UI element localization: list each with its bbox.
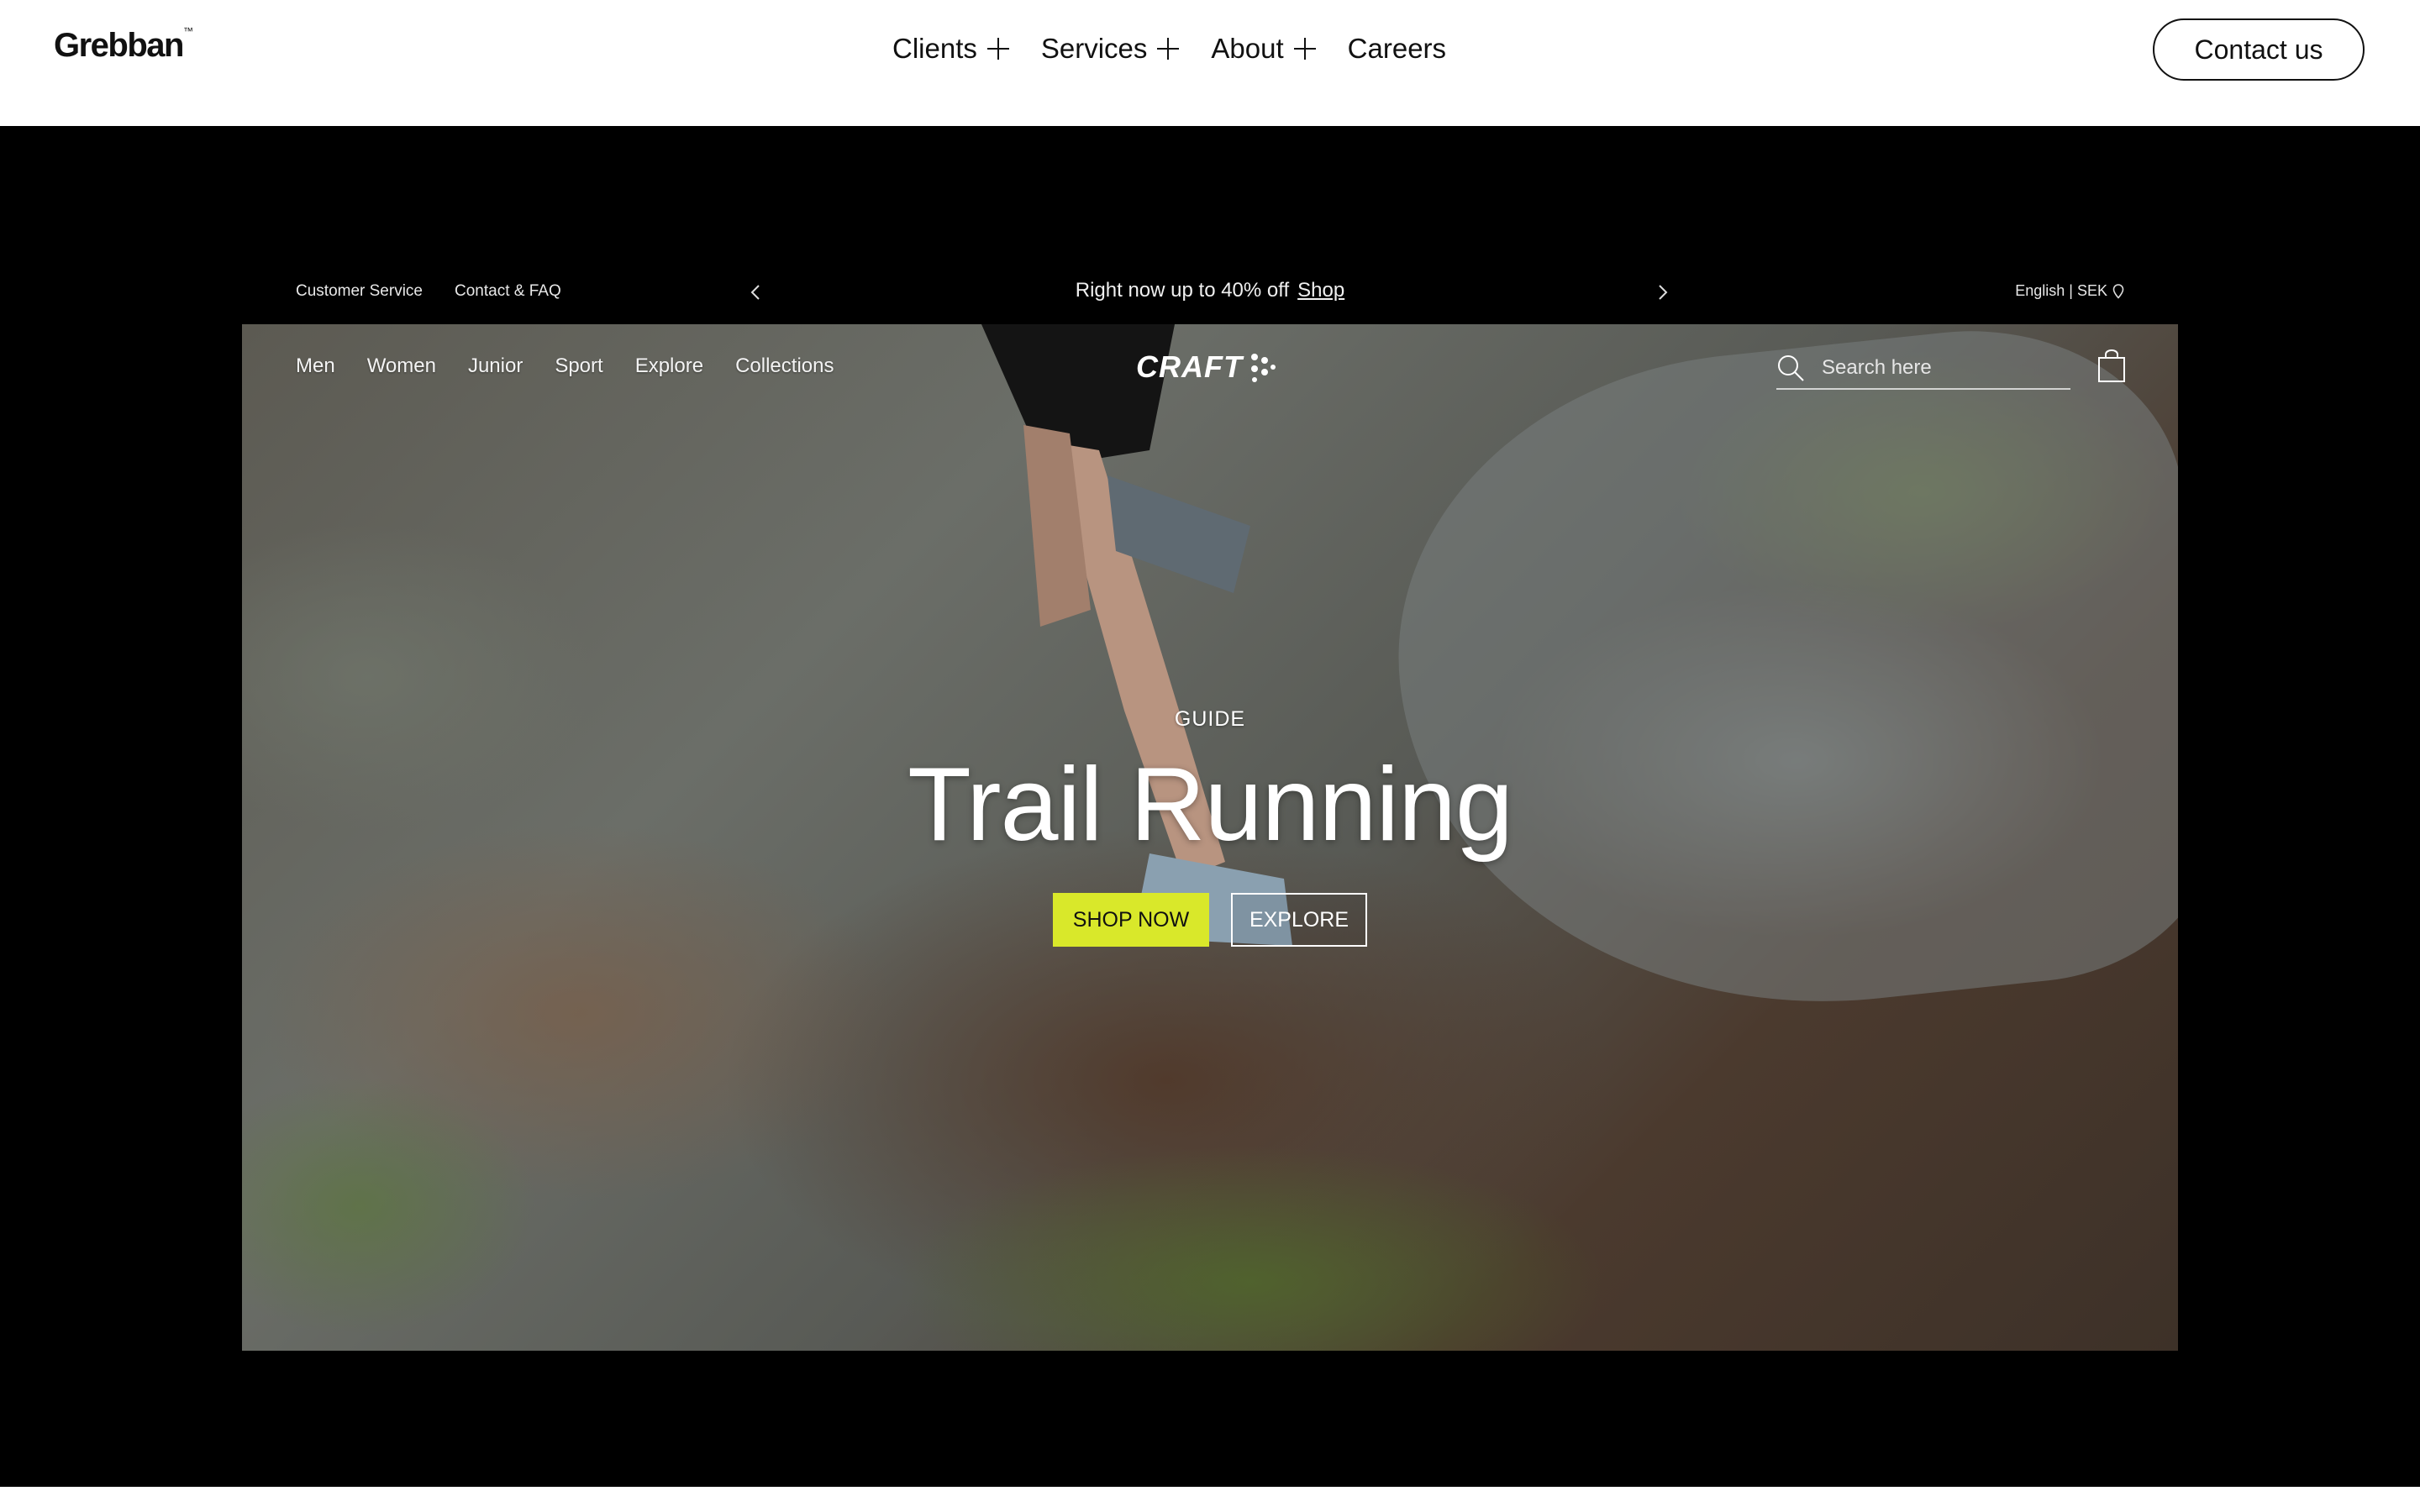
- store-nav: Men Women Junior Sport Explore Collectio…: [296, 354, 865, 378]
- chevron-right-icon[interactable]: [1650, 277, 1676, 307]
- store-search: [1776, 348, 2070, 390]
- site-header: Grebban™ Clients Services About Careers …: [0, 0, 2420, 126]
- plus-icon: [1293, 38, 1316, 60]
- promo-shop-link[interactable]: Shop: [1297, 279, 1344, 302]
- contact-faq-link[interactable]: Contact & FAQ: [455, 282, 561, 301]
- craft-website-preview: Customer Service Contact & FAQ Right now…: [242, 260, 2178, 1351]
- store-nav-sport[interactable]: Sport: [555, 354, 602, 378]
- nav-item-label: Careers: [1347, 33, 1447, 64]
- nav-item-services[interactable]: Services: [1041, 33, 1180, 65]
- store-nav-junior[interactable]: Junior: [468, 354, 523, 378]
- nav-item-careers[interactable]: Careers: [1348, 33, 1446, 65]
- location-pin-icon: [2112, 283, 2124, 299]
- shop-now-button[interactable]: SHOP NOW: [1053, 893, 1209, 947]
- store-nav-men[interactable]: Men: [296, 354, 335, 378]
- hero-content: GUIDE Trail Running SHOP NOW EXPLORE: [242, 707, 2178, 947]
- utility-links: Customer Service Contact & FAQ: [296, 282, 593, 301]
- search-input[interactable]: [1820, 355, 2059, 381]
- nav-item-clients[interactable]: Clients: [892, 33, 1009, 65]
- nav-item-label: Services: [1040, 33, 1148, 64]
- page-bottom-edge: [0, 1487, 2420, 1512]
- customer-service-link[interactable]: Customer Service: [296, 282, 423, 301]
- announcement-bar: Customer Service Contact & FAQ Right now…: [242, 260, 2178, 324]
- plus-icon: [1157, 38, 1180, 60]
- shopping-bag-icon[interactable]: [2097, 349, 2126, 383]
- store-nav-explore[interactable]: Explore: [635, 354, 703, 378]
- logo-text: Grebban: [54, 27, 184, 64]
- grebban-logo[interactable]: Grebban™: [54, 25, 193, 65]
- craft-logo-text: CRAFT: [1136, 349, 1243, 384]
- craft-logo[interactable]: CRAFT: [1136, 346, 1276, 388]
- trademark-mark: ™: [182, 25, 193, 37]
- store-nav-women[interactable]: Women: [367, 354, 436, 378]
- nav-item-label: Clients: [892, 33, 977, 64]
- hero-title: Trail Running: [908, 747, 1513, 863]
- hero-eyebrow: GUIDE: [1174, 707, 1246, 731]
- craft-dots-icon: [1250, 354, 1276, 382]
- chevron-left-icon[interactable]: [743, 277, 768, 307]
- plus-icon: [986, 38, 1009, 60]
- language-selector[interactable]: English | SEK: [2015, 282, 2124, 300]
- search-icon[interactable]: [1776, 354, 1805, 382]
- hero-banner: Men Women Junior Sport Explore Collectio…: [242, 324, 2178, 1351]
- store-nav-collections[interactable]: Collections: [735, 354, 834, 378]
- nav-item-about[interactable]: About: [1211, 33, 1316, 65]
- language-label: English | SEK: [2015, 282, 2107, 299]
- hero-cta-group: SHOP NOW EXPLORE: [242, 893, 2178, 947]
- main-nav: Clients Services About Careers: [892, 29, 1446, 69]
- case-showcase: Customer Service Contact & FAQ Right now…: [0, 126, 2420, 1487]
- explore-button[interactable]: EXPLORE: [1231, 893, 1367, 947]
- nav-item-label: About: [1211, 33, 1284, 64]
- promo-text: Right now up to 40% off: [1075, 279, 1290, 302]
- contact-us-button[interactable]: Contact us: [2153, 18, 2365, 81]
